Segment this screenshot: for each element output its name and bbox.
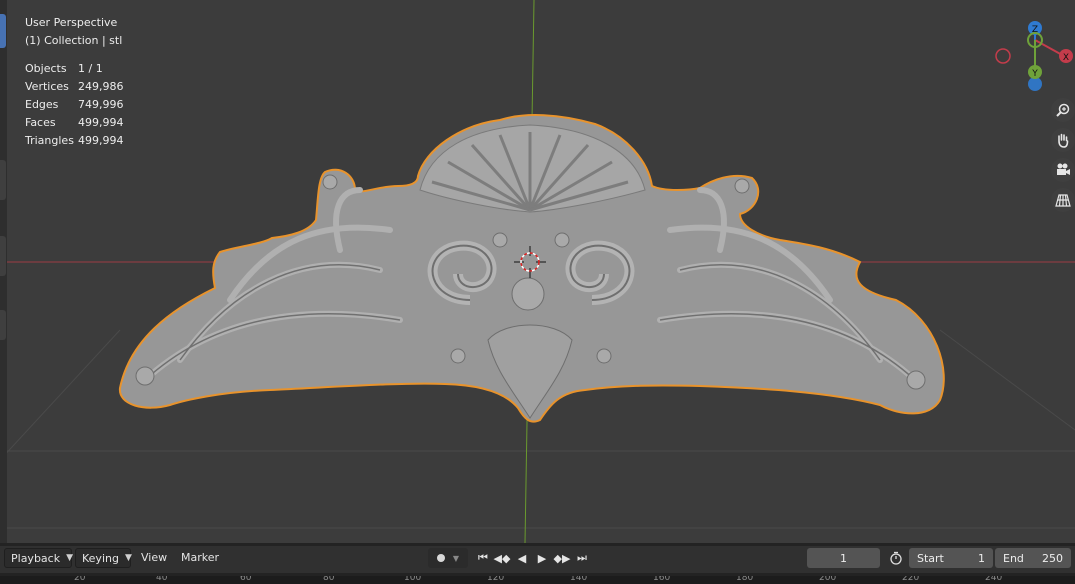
stat-row: Edges 749,996: [25, 96, 124, 114]
navigation-gizmo[interactable]: Z X Y: [990, 18, 1075, 96]
y-axis-label: Y: [1031, 69, 1038, 79]
tool-tab[interactable]: [0, 310, 6, 340]
tool-tab[interactable]: [0, 236, 6, 276]
ruler-tick: 100: [404, 576, 422, 583]
jump-end-button[interactable]: ⏭: [573, 548, 591, 568]
neg-z-axis-handle[interactable]: [1028, 77, 1042, 91]
viewport-info: User Perspective (1) Collection | stl: [25, 14, 122, 50]
next-keyframe-button[interactable]: ◆▶: [553, 548, 571, 568]
stat-key: Faces: [25, 116, 56, 129]
stat-key: Triangles: [25, 134, 74, 147]
start-value: 1: [978, 551, 985, 565]
stat-value: 749,996: [78, 98, 124, 111]
stat-row: Faces 499,994: [25, 114, 124, 132]
pan-hand-icon[interactable]: [1051, 128, 1075, 152]
ruler-tick: 200: [819, 576, 837, 583]
end-frame-field[interactable]: End 250: [995, 548, 1071, 568]
playback-menu[interactable]: Playback ▼: [4, 548, 74, 568]
stat-row: Objects 1 / 1: [25, 60, 124, 78]
ruler-tick: 180: [736, 576, 754, 583]
scene-stats: Objects 1 / 1 Vertices 249,986 Edges 749,99…: [25, 60, 124, 150]
playback-label: Playback: [11, 551, 61, 565]
3d-viewport[interactable]: User Perspective (1) Collection | stl Ob…: [0, 0, 1075, 543]
next-keyframe-icon: ◆▶: [553, 551, 571, 565]
ruler-tick: 120: [487, 576, 505, 583]
end-value: 250: [1042, 551, 1063, 565]
end-label: End: [1003, 551, 1024, 565]
toolbar-strip: [0, 0, 7, 543]
jump-start-icon: ⏮: [478, 551, 488, 564]
ruler-tick: 140: [570, 576, 588, 583]
record-icon: [436, 554, 445, 562]
x-axis-label: X: [1063, 53, 1069, 63]
play-reverse-button[interactable]: ◀: [513, 548, 531, 568]
current-frame-field[interactable]: 1: [807, 548, 880, 568]
play-icon: ▶: [537, 551, 547, 565]
view-menu[interactable]: View: [141, 551, 167, 564]
grid-view-icon[interactable]: [1051, 188, 1075, 212]
prev-keyframe-button[interactable]: ◀◆: [493, 548, 511, 568]
collection-label: (1) Collection | stl: [25, 34, 123, 47]
stat-key: Vertices: [25, 80, 69, 93]
stat-value: 249,986: [78, 80, 124, 93]
ruler-tick: 220: [902, 576, 920, 583]
chevron-down-icon: ▼: [124, 553, 132, 563]
camera-icon[interactable]: [1051, 158, 1075, 182]
marker-menu[interactable]: Marker: [181, 551, 219, 564]
chevron-down-icon: ▼: [452, 553, 460, 563]
ruler-tick: 160: [653, 576, 671, 583]
perspective-label: User Perspective: [25, 16, 118, 29]
ruler-tick: 60: [240, 576, 252, 583]
timeline-header: Playback ▼ Keying ▼ View Marker ▼ ⏮ ◀◆ ◀ ▶…: [0, 543, 1075, 584]
ruler-tick: 80: [323, 576, 335, 583]
zoom-icon[interactable]: [1051, 98, 1075, 122]
ruler-tick: 40: [156, 576, 168, 583]
auto-keying-toggle[interactable]: ▼: [428, 548, 468, 568]
stat-value: 499,994: [78, 134, 124, 147]
frame-ruler[interactable]: 20 40 60 80 100 120 140 160 180 200 220 …: [0, 576, 1075, 584]
jump-end-icon: ⏭: [577, 551, 587, 564]
stat-key: Objects: [25, 62, 67, 75]
chevron-down-icon: ▼: [66, 553, 74, 563]
ruler-tick: 240: [985, 576, 1003, 583]
stat-row: Triangles 499,994: [25, 132, 124, 150]
play-reverse-icon: ◀: [517, 551, 527, 565]
stat-row: Vertices 249,986: [25, 78, 124, 96]
start-frame-field[interactable]: Start 1: [909, 548, 993, 568]
neg-x-axis-handle[interactable]: [995, 48, 1011, 64]
jump-start-button[interactable]: ⏮: [474, 548, 492, 568]
stopwatch-icon[interactable]: [886, 548, 906, 568]
tool-tab-active[interactable]: [0, 14, 6, 48]
stat-key: Edges: [25, 98, 59, 111]
play-button[interactable]: ▶: [533, 548, 551, 568]
tool-tab[interactable]: [0, 160, 6, 200]
stat-value: 499,994: [78, 116, 124, 129]
start-label: Start: [917, 551, 944, 565]
prev-keyframe-icon: ◀◆: [493, 551, 511, 565]
keying-label: Keying: [82, 551, 119, 565]
ornament-mesh: [118, 114, 945, 423]
keying-menu[interactable]: Keying ▼: [75, 548, 132, 568]
stat-value: 1 / 1: [78, 62, 103, 75]
ruler-tick: 20: [74, 576, 86, 583]
scene-canvas[interactable]: [0, 0, 1075, 543]
